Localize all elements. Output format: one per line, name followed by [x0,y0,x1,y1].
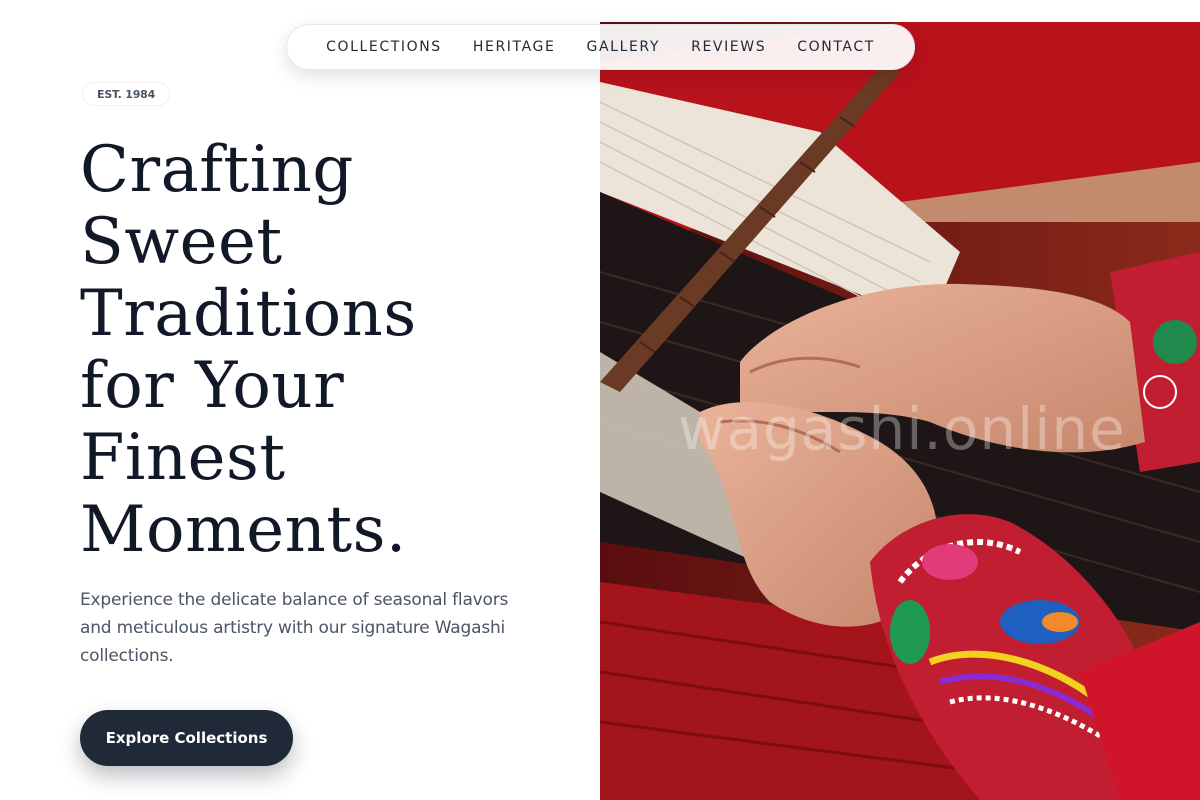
loom-weaving-illustration [600,22,1200,800]
headline-line: Finest [80,421,286,495]
headline-line: Sweet [80,205,283,279]
nav-item-gallery[interactable]: GALLERY [587,39,660,55]
top-navigation: COLLECTIONS HERITAGE GALLERY REVIEWS CON… [286,24,915,70]
established-badge: EST. 1984 [82,82,171,106]
explore-collections-button[interactable]: Explore Collections [80,710,293,766]
nav-item-heritage[interactable]: HERITAGE [473,39,556,55]
nav-item-collections[interactable]: COLLECTIONS [326,39,442,55]
headline-line: Moments. [80,493,407,567]
headline-line: Crafting [80,133,354,207]
hero-headline: Crafting Sweet Traditions for Your Fines… [80,134,580,566]
headline-line: Traditions [80,277,417,351]
nav-item-contact[interactable]: CONTACT [797,39,875,55]
hero-description: Experience the delicate balance of seaso… [80,590,509,666]
nav-item-reviews[interactable]: REVIEWS [691,39,766,55]
hero-image [600,22,1200,800]
headline-line: for Your [80,349,345,423]
